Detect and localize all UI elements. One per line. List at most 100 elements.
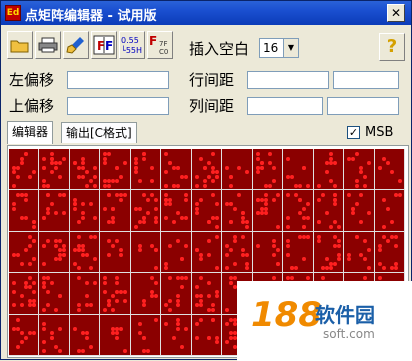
matrix-dot bbox=[263, 206, 268, 211]
matrix-cell[interactable] bbox=[313, 231, 345, 274]
matrix-cell[interactable] bbox=[100, 231, 131, 274]
chevron-down-icon[interactable]: ▼ bbox=[283, 39, 298, 57]
matrix-cell[interactable] bbox=[191, 190, 223, 232]
matrix-cell[interactable] bbox=[344, 149, 375, 191]
matrix-cell[interactable] bbox=[39, 149, 70, 191]
matrix-cell[interactable] bbox=[191, 273, 223, 315]
matrix-dot bbox=[198, 294, 203, 299]
help-button[interactable]: ? bbox=[379, 33, 405, 61]
matrix-cell[interactable] bbox=[222, 231, 253, 274]
size-button[interactable]: 0.55 └55H bbox=[119, 31, 145, 59]
matrix-cell[interactable] bbox=[222, 190, 253, 232]
matrix-dot bbox=[237, 193, 242, 198]
matrix-cell[interactable] bbox=[252, 231, 284, 274]
up-offset-field[interactable] bbox=[67, 97, 169, 115]
insert-space-select[interactable]: 16 ▼ bbox=[259, 38, 299, 58]
matrix-cell[interactable] bbox=[100, 149, 131, 191]
matrix-cell[interactable] bbox=[222, 149, 253, 191]
matrix-cell[interactable] bbox=[100, 314, 131, 356]
matrix-cell[interactable] bbox=[161, 273, 192, 315]
matrix-cell[interactable] bbox=[9, 149, 40, 191]
matrix-dot bbox=[180, 257, 185, 262]
open-folder-button[interactable] bbox=[7, 31, 33, 59]
matrix-cell[interactable] bbox=[39, 231, 70, 274]
matrix-cell[interactable] bbox=[191, 314, 223, 356]
matrix-dot bbox=[84, 280, 89, 285]
matrix-dot bbox=[355, 179, 360, 183]
row-spacing-field[interactable] bbox=[247, 71, 329, 89]
matrix-dot bbox=[107, 183, 112, 188]
matrix-cell[interactable] bbox=[374, 190, 405, 232]
print-button[interactable] bbox=[35, 31, 61, 59]
matrix-cell[interactable] bbox=[9, 190, 40, 232]
matrix-dot bbox=[164, 152, 169, 156]
matrix-cell[interactable] bbox=[161, 190, 192, 232]
matrix-cell[interactable] bbox=[344, 190, 375, 232]
matrix-cell[interactable] bbox=[252, 149, 284, 191]
matrix-dot bbox=[76, 303, 81, 308]
matrix-dot bbox=[176, 322, 181, 327]
matrix-cell[interactable] bbox=[283, 149, 314, 191]
flip-button[interactable]: FF bbox=[91, 31, 117, 59]
matrix-cell[interactable] bbox=[69, 190, 101, 232]
matrix-cell[interactable] bbox=[9, 314, 40, 356]
matrix-dot bbox=[332, 220, 337, 225]
matrix-cell[interactable] bbox=[9, 273, 40, 315]
matrix-dot bbox=[88, 344, 93, 349]
matrix-cell[interactable] bbox=[69, 314, 101, 356]
matrix-cell[interactable] bbox=[9, 231, 40, 274]
left-offset-field[interactable] bbox=[67, 71, 169, 89]
matrix-cell[interactable] bbox=[191, 149, 223, 191]
matrix-dot bbox=[259, 161, 264, 165]
matrix-cell[interactable] bbox=[100, 273, 131, 315]
matrix-dot bbox=[255, 170, 260, 174]
msb-checkbox[interactable]: ✓ MSB bbox=[347, 125, 393, 140]
matrix-dot bbox=[80, 215, 85, 220]
matrix-cell[interactable] bbox=[374, 231, 405, 274]
matrix-dot bbox=[267, 152, 272, 156]
matrix-cell[interactable] bbox=[69, 149, 101, 191]
tab-editor[interactable]: 编辑器 bbox=[7, 121, 54, 144]
matrix-cell[interactable] bbox=[374, 149, 405, 191]
matrix-cell[interactable] bbox=[191, 231, 223, 274]
matrix-cell[interactable] bbox=[252, 190, 284, 232]
matrix-dot bbox=[50, 202, 55, 207]
matrix-dot bbox=[229, 174, 234, 179]
matrix-cell[interactable] bbox=[130, 149, 162, 191]
tab-output-c[interactable]: 输出[C格式] bbox=[61, 122, 137, 143]
matrix-cell[interactable] bbox=[100, 190, 131, 232]
matrix-cell[interactable] bbox=[283, 231, 314, 274]
matrix-cell[interactable] bbox=[313, 190, 345, 232]
clear-button[interactable] bbox=[63, 31, 89, 59]
matrix-cell[interactable] bbox=[313, 149, 345, 191]
matrix-dot bbox=[137, 331, 142, 336]
matrix-dot bbox=[290, 276, 295, 281]
matrix-cell[interactable] bbox=[344, 231, 375, 274]
matrix-cell[interactable] bbox=[130, 273, 162, 315]
matrix-cell[interactable] bbox=[69, 231, 101, 274]
matrix-dot bbox=[206, 294, 211, 299]
title-bar: Ed 点矩阵编辑器 - 试用版 ✕ bbox=[1, 1, 411, 25]
matrix-cell[interactable] bbox=[283, 190, 314, 232]
matrix-cell[interactable] bbox=[69, 273, 101, 315]
matrix-cell[interactable] bbox=[130, 314, 162, 356]
matrix-dot bbox=[12, 170, 16, 174]
col-spacing-field-2[interactable] bbox=[327, 97, 399, 115]
matrix-cell[interactable] bbox=[161, 314, 192, 356]
font-convert-button[interactable]: F 7F C0 bbox=[147, 31, 173, 59]
matrix-dot bbox=[176, 326, 181, 331]
matrix-cell[interactable] bbox=[39, 190, 70, 232]
watermark-name: 软件园 bbox=[315, 303, 375, 327]
matrix-dot bbox=[194, 202, 199, 207]
row-spacing-field-2[interactable] bbox=[333, 71, 399, 89]
matrix-cell[interactable] bbox=[39, 314, 70, 356]
close-button[interactable]: ✕ bbox=[387, 4, 405, 22]
matrix-dot bbox=[233, 206, 238, 211]
col-spacing-field[interactable] bbox=[247, 97, 323, 115]
matrix-cell[interactable] bbox=[130, 190, 162, 232]
matrix-dot bbox=[50, 152, 55, 156]
matrix-cell[interactable] bbox=[39, 273, 70, 315]
matrix-cell[interactable] bbox=[130, 231, 162, 274]
matrix-cell[interactable] bbox=[161, 231, 192, 274]
matrix-cell[interactable] bbox=[161, 149, 192, 191]
